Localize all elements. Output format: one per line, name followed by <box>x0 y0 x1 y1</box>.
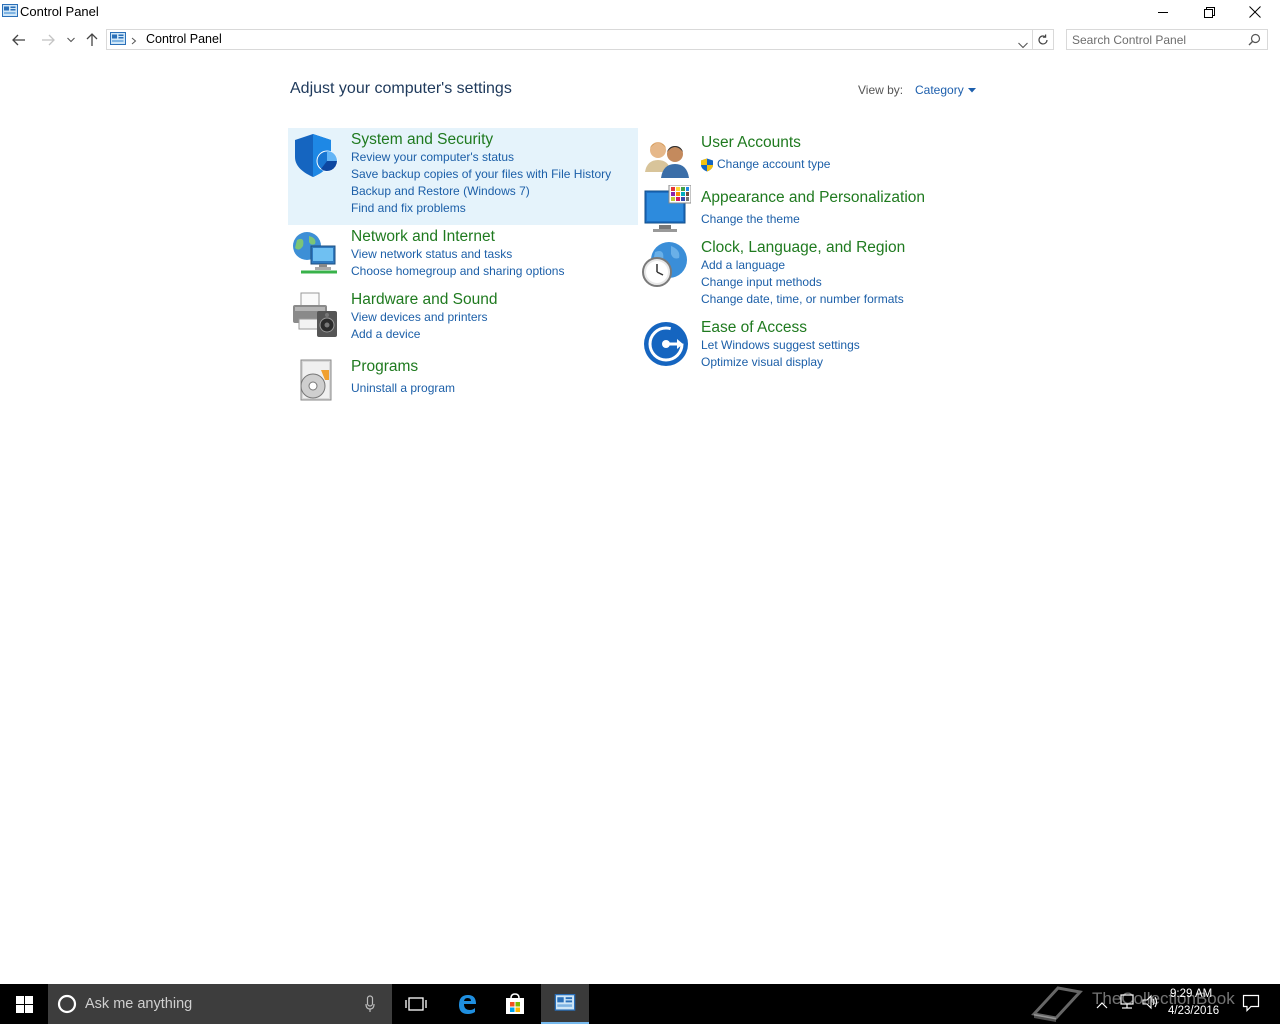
control-panel-app-icon <box>2 4 18 18</box>
link-change-account-type[interactable]: Change account type <box>717 156 830 173</box>
up-arrow-icon <box>86 33 98 46</box>
forward-button[interactable] <box>38 30 58 50</box>
link-change-input-methods[interactable]: Change input methods <box>701 274 822 291</box>
cortana-search-box[interactable]: Ask me anything <box>48 984 392 1024</box>
windows-logo-icon <box>15 995 33 1013</box>
address-history-chevron-icon[interactable] <box>1018 36 1028 54</box>
close-button[interactable] <box>1232 0 1278 24</box>
appearance-monitor-icon[interactable] <box>643 184 692 233</box>
up-button[interactable] <box>82 30 102 50</box>
minimize-icon <box>1158 12 1168 13</box>
notification-icon <box>1242 994 1260 1012</box>
start-button[interactable] <box>0 984 48 1024</box>
category-title-system-security[interactable]: System and Security <box>351 131 493 149</box>
store-bag-icon <box>506 993 524 1014</box>
category-title-hardware-sound[interactable]: Hardware and Sound <box>351 291 498 309</box>
search-box[interactable] <box>1066 29 1268 50</box>
ease-of-access-icon[interactable] <box>643 320 691 368</box>
restore-icon <box>1203 6 1215 18</box>
breadcrumb-control-panel[interactable]: Control Panel <box>146 32 222 46</box>
breadcrumb-separator-icon[interactable] <box>131 33 137 51</box>
shield-icon[interactable] <box>291 131 339 179</box>
view-by-dropdown[interactable]: Category <box>915 83 976 97</box>
link-add-language[interactable]: Add a language <box>701 257 785 274</box>
network-icon[interactable] <box>1118 994 1136 1015</box>
refresh-icon <box>1038 34 1048 45</box>
link-review-status[interactable]: Review your computer's status <box>351 149 514 166</box>
category-title-ease-of-access[interactable]: Ease of Access <box>701 319 807 337</box>
link-network-status[interactable]: View network status and tasks <box>351 246 512 263</box>
window-title: Control Panel <box>20 4 99 19</box>
view-by-label: View by: <box>858 83 904 97</box>
task-view-button[interactable] <box>392 984 440 1024</box>
recent-locations-button[interactable] <box>62 30 80 50</box>
link-backup-restore[interactable]: Backup and Restore (Windows 7) <box>351 183 530 200</box>
view-by-value: Category <box>915 83 964 97</box>
restore-button[interactable] <box>1186 0 1232 24</box>
page-heading: Adjust your computer's settings <box>290 80 512 97</box>
link-devices-printers[interactable]: View devices and printers <box>351 309 488 326</box>
category-title-user-accounts[interactable]: User Accounts <box>701 134 801 152</box>
printer-speaker-icon[interactable] <box>291 291 339 339</box>
clock-globe-icon[interactable] <box>641 240 689 288</box>
store-taskbar-button[interactable] <box>491 984 539 1024</box>
cortana-placeholder: Ask me anything <box>85 996 193 1012</box>
network-globe-icon[interactable] <box>291 228 339 276</box>
back-button[interactable] <box>9 30 29 50</box>
minimize-button[interactable] <box>1140 0 1186 24</box>
watermark-book-icon <box>1030 984 1084 1027</box>
refresh-button[interactable] <box>1033 29 1054 50</box>
clock-time[interactable]: 9:29 AM <box>1170 988 1212 1000</box>
user-accounts-icon[interactable] <box>643 134 691 182</box>
link-add-device[interactable]: Add a device <box>351 326 420 343</box>
control-panel-location-icon <box>110 32 126 51</box>
category-title-network-internet[interactable]: Network and Internet <box>351 228 495 246</box>
action-center-button[interactable] <box>1242 994 1260 1017</box>
volume-icon[interactable] <box>1142 994 1160 1015</box>
edge-icon <box>459 995 476 1014</box>
forward-arrow-icon <box>42 34 55 46</box>
show-hidden-icons-chevron[interactable] <box>1096 996 1108 1014</box>
cortana-circle-icon <box>57 994 77 1019</box>
microphone-icon[interactable] <box>365 995 375 1018</box>
dropdown-arrow-icon <box>967 87 976 92</box>
category-title-clock-region[interactable]: Clock, Language, and Region <box>701 239 905 257</box>
programs-disc-icon[interactable] <box>291 356 339 404</box>
chevron-down-icon <box>67 37 75 43</box>
close-icon <box>1249 6 1261 18</box>
title-bar <box>0 0 1280 24</box>
link-change-theme[interactable]: Change the theme <box>701 211 800 228</box>
link-suggest-settings[interactable]: Let Windows suggest settings <box>701 337 860 354</box>
link-homegroup-sharing[interactable]: Choose homegroup and sharing options <box>351 263 564 280</box>
category-title-appearance[interactable]: Appearance and Personalization <box>701 189 925 207</box>
link-file-history[interactable]: Save backup copies of your files with Fi… <box>351 166 611 183</box>
task-view-icon <box>405 997 427 1011</box>
address-bar[interactable] <box>106 29 1033 50</box>
search-icon[interactable] <box>1248 33 1261 51</box>
category-title-programs[interactable]: Programs <box>351 358 418 376</box>
link-optimize-display[interactable]: Optimize visual display <box>701 354 823 371</box>
uac-shield-icon <box>700 158 714 177</box>
control-panel-taskbar-button[interactable] <box>541 984 589 1024</box>
link-find-fix-problems[interactable]: Find and fix problems <box>351 200 466 217</box>
edge-taskbar-button[interactable] <box>443 984 491 1024</box>
control-panel-icon <box>554 994 576 1011</box>
link-change-date-time-formats[interactable]: Change date, time, or number formats <box>701 291 904 308</box>
clock-date[interactable]: 4/23/2016 <box>1168 1005 1219 1017</box>
back-arrow-icon <box>12 34 25 46</box>
link-uninstall-program[interactable]: Uninstall a program <box>351 380 455 397</box>
search-input[interactable] <box>1072 32 1242 47</box>
